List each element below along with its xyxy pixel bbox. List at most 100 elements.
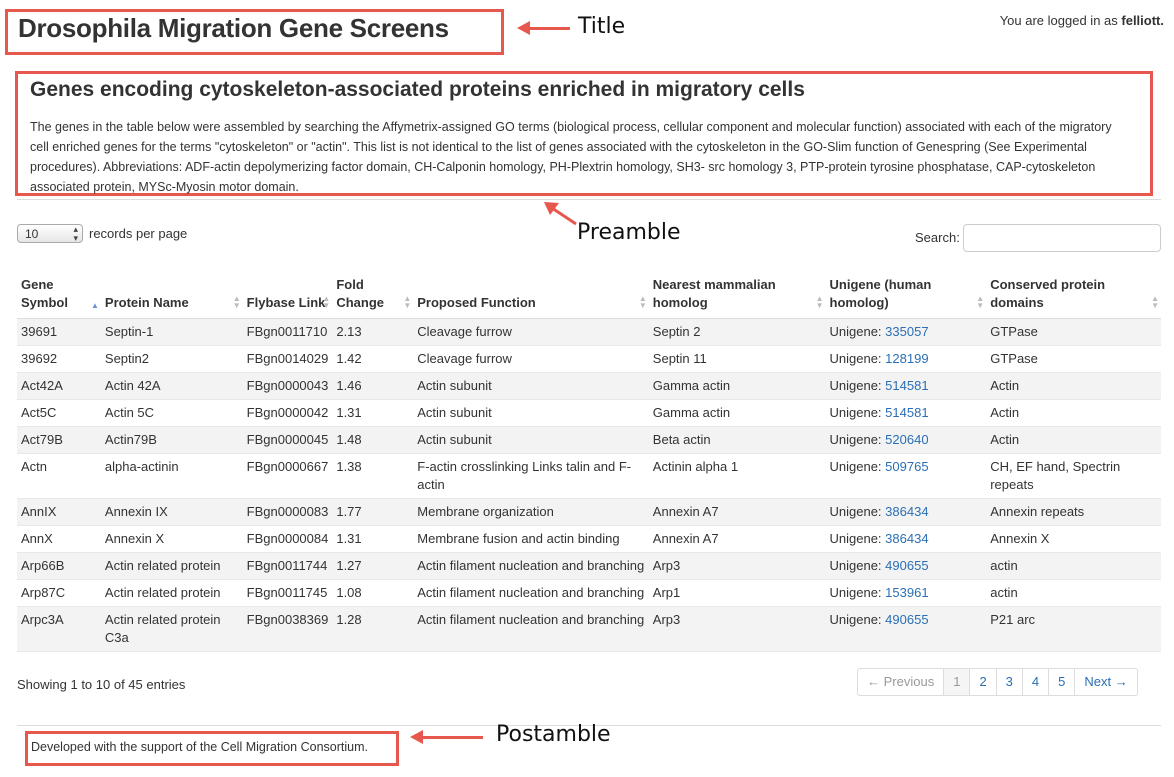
login-status: You are logged in as felliott. [1000, 13, 1164, 28]
unigene-prefix: Unigene: [829, 558, 882, 573]
unigene-link[interactable]: 490655 [885, 558, 928, 573]
unigene-prefix: Unigene: [829, 612, 882, 627]
unigene-link[interactable]: 386434 [885, 531, 928, 546]
cell-proposed-function: Actin filament nucleation and branching [413, 579, 649, 607]
postamble-annotation-label: Postamble [496, 722, 611, 747]
cell-fold-change: 1.31 [332, 399, 414, 427]
unigene-link[interactable]: 386434 [885, 504, 928, 519]
cell-fold-change: 1.46 [332, 372, 414, 400]
search-input[interactable] [963, 224, 1161, 252]
postamble-annotation-arrow [421, 736, 483, 739]
table-header-row: Gene Symbol ▲ Protein Name ▲ ▼ Flybase Link… [17, 272, 1161, 319]
table-row: Arp66B Actin related protein FBgn0011744 1.… [17, 552, 1161, 580]
unigene-link[interactable]: 490655 [885, 612, 928, 627]
table-row: Act79B Actin79B FBgn0000045 1.48 Actin subun… [17, 426, 1161, 454]
sort-icon: ▲ ▼ [322, 294, 331, 310]
cell-protein-name: Actin 42A [100, 372, 243, 400]
col-header-conserved-domains[interactable]: Conserved protein domains ▲ ▼ [986, 272, 1161, 319]
unigene-link[interactable]: 514581 [885, 378, 928, 393]
col-header-nearest-homolog[interactable]: Nearest mammalian homolog ▲ ▼ [648, 272, 826, 319]
cell-gene-symbol: AnnX [17, 525, 101, 553]
cell-unigene: Unigene: 490655 [825, 552, 987, 580]
unigene-link[interactable]: 514581 [885, 405, 928, 420]
col-header-unigene[interactable]: Unigene (human homolog) ▲ ▼ [825, 272, 987, 319]
table-row: Act42A Actin 42A FBgn0000043 1.46 Actin subu… [17, 372, 1161, 400]
cell-conserved-domains: Annexin X [986, 525, 1161, 553]
unigene-link[interactable]: 153961 [885, 585, 928, 600]
cell-gene-symbol: Arp87C [17, 579, 101, 607]
cell-flybase-link: FBgn0011744 [242, 552, 333, 580]
col-header-flybase-link[interactable]: Flybase Link ▲ ▼ [242, 272, 333, 319]
table-row: Act5C Actin 5C FBgn0000042 1.31 Actin subuni… [17, 399, 1161, 427]
preamble-annotation-arrow [544, 202, 577, 226]
unigene-link[interactable]: 509765 [885, 459, 928, 474]
title-annotation-arrow [528, 27, 570, 30]
cell-nearest-homolog: Septin 11 [648, 345, 826, 373]
cell-proposed-function: Cleavage furrow [413, 318, 649, 346]
sort-icon: ▲ ▼ [638, 294, 647, 310]
cell-gene-symbol: Act79B [17, 426, 101, 454]
cell-protein-name: Annexin X [100, 525, 243, 553]
records-per-page-select[interactable]: 10 ▴ ▾ [17, 224, 83, 243]
search-label: Search: [915, 230, 960, 245]
cell-nearest-homolog: Arp1 [648, 579, 826, 607]
cell-nearest-homolog: Gamma actin [648, 399, 826, 427]
page-button-2[interactable]: 2 [969, 669, 995, 695]
cell-unigene: Unigene: 490655 [825, 606, 987, 652]
title-annotation-label: Title [578, 14, 626, 39]
login-user-link[interactable]: felliott. [1121, 13, 1164, 28]
sort-icon: ▲ ▼ [815, 294, 824, 310]
cell-flybase-link: FBgn0038369 [242, 606, 333, 652]
unigene-link[interactable]: 520640 [885, 432, 928, 447]
cell-fold-change: 1.28 [332, 606, 414, 652]
page-title: Drosophila Migration Gene Screens [18, 13, 449, 43]
cell-flybase-link: FBgn0000083 [242, 498, 333, 526]
page-button-3[interactable]: 3 [995, 669, 1022, 695]
unigene-prefix: Unigene: [829, 351, 882, 366]
sort-icon: ▲ ▼ [403, 294, 412, 310]
cell-conserved-domains: Actin [986, 399, 1161, 427]
cell-proposed-function: Actin subunit [413, 372, 649, 400]
col-header-protein-name[interactable]: Protein Name ▲ ▼ [100, 272, 243, 319]
unigene-link[interactable]: 335057 [885, 324, 928, 339]
cell-conserved-domains: Annexin repeats [986, 498, 1161, 526]
cell-gene-symbol: Arpc3A [17, 606, 101, 652]
records-per-page-value: 10 [25, 227, 39, 241]
cell-nearest-homolog: Actinin alpha 1 [648, 453, 826, 499]
unigene-link[interactable]: 128199 [885, 351, 928, 366]
unigene-prefix: Unigene: [829, 432, 882, 447]
cell-flybase-link: FBgn0000043 [242, 372, 333, 400]
cell-proposed-function: Actin filament nucleation and branching [413, 552, 649, 580]
col-header-proposed-function[interactable]: Proposed Function ▲ ▼ [413, 272, 649, 319]
cell-flybase-link: FBgn0014029 [242, 345, 333, 373]
col-header-fold-change[interactable]: Fold Change ▲ ▼ [332, 272, 414, 319]
next-page-button[interactable]: Next → [1074, 669, 1136, 695]
cell-conserved-domains: GTPase [986, 318, 1161, 346]
cell-flybase-link: FBgn0000045 [242, 426, 333, 454]
table-row: Arpc3A Actin related protein C3a FBgn00383… [17, 606, 1161, 652]
cell-fold-change: 1.08 [332, 579, 414, 607]
sort-icon: ▲ ▼ [976, 294, 985, 310]
cell-protein-name: Annexin IX [100, 498, 243, 526]
cell-proposed-function: Actin filament nucleation and branching [413, 606, 649, 652]
page-button-1[interactable]: 1 [943, 669, 970, 695]
divider [17, 199, 1161, 200]
previous-page-button[interactable]: ← Previous [858, 669, 943, 695]
page-button-5[interactable]: 5 [1048, 669, 1074, 695]
unigene-prefix: Unigene: [829, 378, 882, 393]
table-row: Actn alpha-actinin FBgn0000667 1.38 F-actin … [17, 453, 1161, 499]
cell-conserved-domains: actin [986, 552, 1161, 580]
cell-fold-change: 1.31 [332, 525, 414, 553]
cell-nearest-homolog: Arp3 [648, 606, 826, 652]
cell-proposed-function: F-actin crosslinking Links talin and F-a… [413, 453, 649, 499]
cell-protein-name: Septin-1 [100, 318, 243, 346]
postamble-text: Developed with the support of the Cell M… [31, 740, 368, 754]
cell-unigene: Unigene: 386434 [825, 525, 987, 553]
table-body: 39691 Septin-1 FBgn0011710 2.13 Cleavage fur… [17, 318, 1161, 652]
page-button-4[interactable]: 4 [1021, 669, 1048, 695]
preamble-text: The genes in the table below were assemb… [30, 120, 1112, 194]
login-prefix: You are logged in as [999, 13, 1118, 28]
cell-nearest-homolog: Arp3 [648, 552, 826, 580]
col-header-gene-symbol[interactable]: Gene Symbol ▲ [17, 272, 101, 319]
cell-conserved-domains: GTPase [986, 345, 1161, 373]
